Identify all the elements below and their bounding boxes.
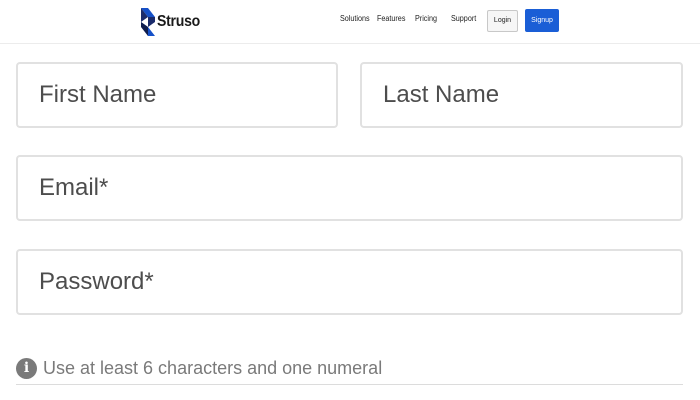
- top-navbar: Struso Solutions Features Pricing Suppor…: [0, 0, 700, 44]
- password-hint: i Use at least 6 characters and one nume…: [16, 357, 382, 379]
- last-name-placeholder: Last Name: [383, 81, 500, 108]
- struso-logo-icon: [141, 8, 155, 36]
- password-hint-text: Use at least 6 characters and one numera…: [43, 357, 383, 378]
- last-name-field[interactable]: Last Name: [360, 62, 683, 128]
- first-name-placeholder: First Name: [39, 81, 157, 108]
- nav-link-pricing[interactable]: Pricing: [415, 14, 437, 23]
- nav-link-support[interactable]: Support: [451, 14, 476, 23]
- nav-link-features[interactable]: Features: [377, 14, 405, 23]
- email-placeholder: Email*: [39, 174, 109, 201]
- divider: [16, 384, 683, 385]
- nav-link-solutions[interactable]: Solutions: [340, 14, 370, 23]
- first-name-field[interactable]: First Name: [16, 62, 338, 128]
- email-field[interactable]: Email*: [16, 155, 683, 221]
- login-button[interactable]: Login: [487, 10, 518, 32]
- password-field[interactable]: Password*: [16, 249, 683, 315]
- info-icon: i: [16, 357, 37, 379]
- password-placeholder: Password*: [39, 268, 154, 295]
- brand-name: Struso: [157, 13, 201, 30]
- brand-logo[interactable]: Struso: [140, 8, 206, 36]
- signup-button[interactable]: Signup: [525, 9, 559, 32]
